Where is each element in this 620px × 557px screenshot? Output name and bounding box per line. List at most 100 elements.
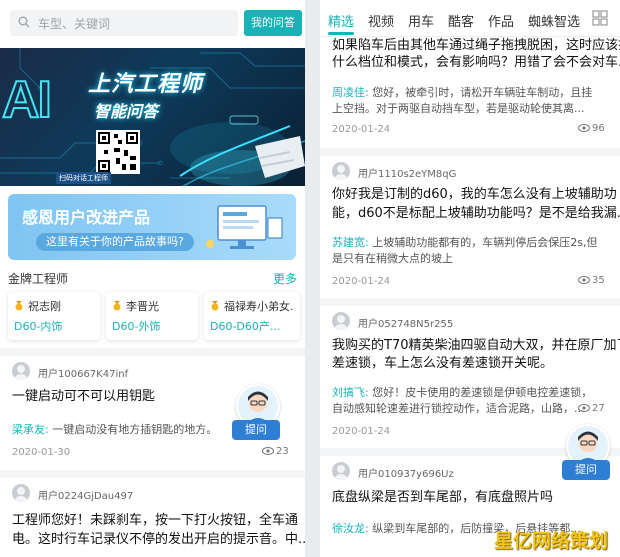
search-icon — [18, 16, 30, 28]
ask-question-button[interactable]: 提问 — [232, 384, 280, 442]
answer-text: 您好，被牵引时，请松开车辆驻车制动，且挂 — [372, 86, 593, 99]
medal-icon — [113, 301, 121, 311]
my-qa-button[interactable]: 我的问答 — [244, 10, 302, 36]
section-divider — [320, 298, 620, 306]
ask-label: 提问 — [562, 460, 610, 480]
tab-car-use[interactable]: 用车 — [408, 11, 434, 30]
banner-subtitle: 智能问答 — [94, 104, 159, 121]
view-count-value: 96 — [592, 123, 605, 134]
promo-title: 感恩用户改进产品 — [22, 208, 151, 227]
answerer-name: 苏建宽: — [332, 236, 369, 249]
post-question-line2: 什么档位和模式，会有影响吗？用错了会不会对车... — [332, 55, 620, 70]
qr-code-icon — [96, 130, 140, 174]
category-tabs: 精选 视频 用车 酷客 作品 蜘蛛智选 — [320, 0, 620, 37]
answer-text: 上坡辅助功能都有的，车辆判停后会保压2s,但 — [372, 236, 598, 249]
answerer-name: 徐汝龙: — [332, 522, 369, 535]
post-question: 一键启动可不可以用钥匙 — [12, 389, 156, 404]
tab-cool[interactable]: 酷客 — [448, 11, 474, 30]
post-question-line2: 电。这时行车记录仪不停的发出开启的提示音。中... — [12, 532, 305, 547]
engineer-desc: D60-D60产... — [210, 320, 281, 333]
section-divider — [0, 470, 305, 478]
post-question-line1: 工程师您好！未踩刹车，按一下打火按钮，全车通 — [12, 513, 299, 528]
post-date: 2020-01-24 — [332, 426, 391, 437]
view-count-value: 27 — [592, 403, 605, 414]
post-answer-line1: 苏建宽: 上坡辅助功能都有的，车辆判停后会保压2s,但 — [332, 234, 597, 251]
view-count: 27 — [578, 403, 605, 414]
qa-post[interactable]: 用户1110s2eYM8qG 你好我是订制的d60，我的车怎么没有上坡辅助功 能… — [320, 156, 620, 298]
avatar — [332, 162, 350, 180]
view-count: 23 — [262, 446, 289, 457]
section-divider — [0, 348, 305, 356]
medal-icon — [15, 301, 23, 311]
eye-icon — [262, 447, 274, 455]
avatar — [12, 362, 30, 380]
qa-post[interactable]: 如果陷车后由其他车通过绳子拖拽脱困，这时应该挂 什么档位和模式，会有影响吗？用错… — [320, 36, 620, 148]
tab-works[interactable]: 作品 — [488, 11, 514, 30]
left-app-panel: 车型、关键词 我的问答 AI 上汽工程师 智能问答 扫码对话工程师 感恩用户改进… — [0, 0, 305, 557]
engineer-card[interactable]: 祝志刚 D60-内饰 — [8, 292, 100, 340]
right-app-panel: 精选 视频 用车 酷客 作品 蜘蛛智选 如果陷车后由其他车通过绳子拖拽脱困，这时… — [320, 0, 620, 557]
eye-icon — [578, 124, 590, 132]
monitor-illustration — [206, 205, 283, 249]
ask-question-button[interactable]: 提问 — [562, 424, 610, 482]
answer-text: 一键启动没有地方插钥匙的地方。 — [52, 423, 218, 436]
grid-menu-icon[interactable] — [592, 10, 608, 26]
post-question-line1: 我购买的T70精英柴油四驱自动大双，并在原厂加了 — [332, 338, 620, 353]
avatar — [332, 312, 350, 330]
ask-label: 提问 — [232, 420, 280, 440]
tab-spider-select[interactable]: 蜘蛛智选 — [528, 11, 580, 30]
post-question-line2: 能，d60不是标配上坡辅助功能吗？是不是给我漏... — [332, 206, 620, 221]
active-tab-indicator — [328, 32, 354, 35]
post-date: 2020-01-24 — [332, 124, 391, 135]
engineer-name: 祝志刚 — [28, 300, 61, 313]
answerer-name: 刘搞飞: — [332, 386, 369, 399]
view-count-value: 35 — [592, 275, 605, 286]
engineer-name: 福禄寿小弟女... — [224, 300, 294, 313]
view-count-value: 23 — [276, 446, 289, 457]
post-answer-line1: 周凌佳: 您好，被牵引时，请松开车辆驻车制动，且挂 — [332, 84, 592, 101]
engineer-name: 李晋光 — [126, 300, 159, 313]
post-question-line1: 你好我是订制的d60，我的车怎么没有上坡辅助功 — [332, 187, 617, 202]
engineer-desc: D60-内饰 — [14, 320, 63, 333]
post-answer-line2: 是只有在稍微大点的坡上 — [332, 252, 453, 265]
banner-scan-label: 扫码对话工程师 — [56, 172, 111, 184]
more-link[interactable]: 更多 — [273, 270, 297, 287]
eye-icon — [578, 404, 590, 412]
feedback-promo-banner[interactable]: 感恩用户改进产品 这里有关于你的产品故事吗? — [8, 194, 296, 260]
promo-subtitle: 这里有关于你的产品故事吗? — [36, 233, 194, 251]
search-placeholder: 车型、关键词 — [38, 17, 111, 31]
medal-icon — [211, 301, 219, 311]
post-date: 2020-01-24 — [332, 276, 391, 287]
search-row: 车型、关键词 我的问答 — [10, 10, 302, 36]
qa-post[interactable]: 用户0224GjDau497 工程师您好！未踩刹车，按一下打火按钮，全车通 电。… — [0, 478, 305, 557]
section-divider — [320, 148, 620, 156]
search-input[interactable]: 车型、关键词 — [10, 10, 238, 36]
avatar — [12, 484, 30, 502]
view-count: 35 — [578, 275, 605, 286]
tab-video[interactable]: 视频 — [368, 11, 394, 30]
post-answer-line1: 刘搞飞: 您好！皮卡使用的差速锁是伊顿电控差速锁， — [332, 384, 592, 401]
post-username: 用户1110s2eYM8qG — [358, 169, 457, 180]
post-username: 用户010937y696Uz — [358, 469, 454, 480]
post-date: 2020-01-30 — [12, 447, 71, 458]
robot-hand-illustration — [179, 115, 305, 186]
engineer-card[interactable]: 李晋光 D60-外饰 — [106, 292, 198, 340]
tab-featured[interactable]: 精选 — [328, 11, 354, 30]
banner-title: 上汽工程师 — [88, 71, 204, 96]
post-username: 用户100667K47inf — [38, 369, 129, 380]
engineer-card[interactable]: 福禄寿小弟女... D60-D60产... — [204, 292, 300, 340]
answerer-name: 周凌佳: — [332, 86, 369, 99]
gold-engineer-title: 金牌工程师 — [8, 272, 69, 286]
answer-text: 您好！皮卡使用的差速锁是伊顿电控差速锁， — [372, 386, 593, 399]
avatar — [332, 462, 350, 480]
post-question: 底盘纵梁是否到车尾部，有底盘照片吗 — [332, 490, 554, 505]
watermark-text: 星亿网络策划 — [494, 530, 609, 552]
post-username: 用户0224GjDau497 — [38, 491, 134, 502]
eye-icon — [578, 276, 590, 284]
view-count: 96 — [578, 123, 605, 134]
post-answer: 梁承友: 一键启动没有地方插钥匙的地方。 — [12, 421, 217, 438]
post-answer-line2: 上空挡。对于两驱自动挡车型，若是驱动轮使其离... — [332, 102, 585, 115]
answerer-name: 梁承友: — [12, 423, 49, 436]
ai-engineer-banner[interactable]: AI 上汽工程师 智能问答 扫码对话工程师 — [0, 48, 305, 186]
engineer-desc: D60-外饰 — [112, 320, 161, 333]
